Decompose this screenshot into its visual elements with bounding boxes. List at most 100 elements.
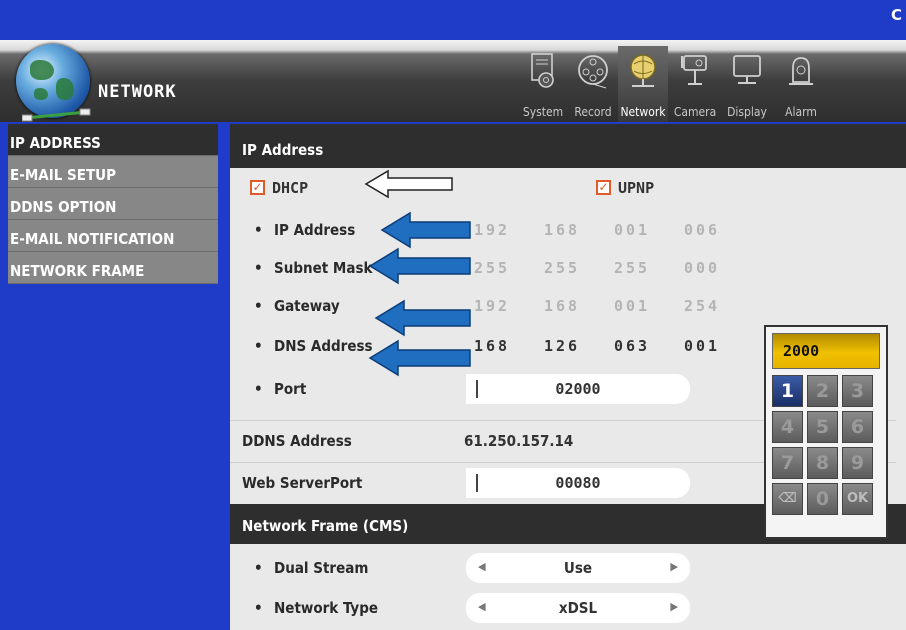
section-title: IP Address [242,141,324,159]
title-bar: C [0,0,906,40]
sidebar-item-network-frame[interactable]: NETWORK FRAME [8,252,218,284]
section-header-ip-address: IP Address [230,124,906,168]
key-9[interactable]: 9 [842,447,873,479]
key-5[interactable]: 5 [807,411,838,443]
dhcp-label: DHCP [272,179,309,197]
subnet-octet-1[interactable]: 255 [474,259,510,277]
gateway-octet-4[interactable]: 254 [684,297,720,315]
web-server-port-label: Web ServerPort [242,474,363,492]
network-type-label: Network Type [274,599,379,617]
tab-label: Network [620,105,666,119]
dns-octet-2[interactable]: 126 [544,337,580,355]
ip-octet-2[interactable]: 168 [544,221,580,239]
keypad-display: 2000 [772,333,880,369]
network-icon [630,54,656,87]
sidebar-item-label: DDNS OPTION [10,198,117,216]
section-title: Network Frame (CMS) [242,517,409,535]
network-link-icon [22,108,91,122]
key-6[interactable]: 6 [842,411,873,443]
numeric-keypad: 2000 1 2 3 4 5 6 7 8 9 ⌫ 0 OK [764,325,888,539]
tab-label: Record [574,105,612,119]
tab-system[interactable]: System [518,46,568,122]
sidebar-item-email-setup[interactable]: E-MAIL SETUP [8,156,218,188]
dual-stream-selector[interactable]: ◀ Use ▶ [466,553,690,583]
subnet-octet-2[interactable]: 255 [544,259,580,277]
upnp-checkbox[interactable]: ✓ [596,180,611,195]
arrow-right-icon[interactable]: ▶ [670,560,678,573]
title-bar-corner-text: C [890,6,902,24]
tab-network[interactable]: Network [618,46,668,122]
tab-camera[interactable]: Camera [670,46,720,122]
dns-octet-3[interactable]: 063 [614,337,650,355]
arrow-right-icon[interactable]: ▶ [670,600,678,613]
sidebar-item-label: E-MAIL NOTIFICATION [10,230,175,248]
dual-stream-row: • Dual Stream ◀ Use ▶ [240,548,906,588]
ddns-address-label: DDNS Address [242,432,352,450]
dhcp-checkbox[interactable]: ✓ [250,180,265,195]
header: NETWORK System Record Network Camera Dis… [0,40,906,122]
globe-icon [16,44,90,118]
key-3[interactable]: 3 [842,375,873,407]
gateway-label: Gateway [274,297,340,315]
dhcp-upnp-row: ✓ DHCP ✓ UPNP [240,168,906,208]
bullet: • [254,221,263,239]
ok-key[interactable]: OK [842,483,873,515]
gear-document-icon [531,53,554,88]
dual-stream-value: Use [563,559,593,577]
key-1[interactable]: 1 [772,375,803,407]
dns-address-label: DNS Address [274,337,373,355]
gateway-octet-2[interactable]: 168 [544,297,580,315]
web-server-port-input[interactable]: 00080 [466,468,690,498]
backspace-key[interactable]: ⌫ [772,483,803,515]
sidebar-item-ip-address[interactable]: IP ADDRESS [8,124,218,156]
web-server-port-value: 00080 [555,474,601,492]
gateway-octet-3[interactable]: 001 [614,297,650,315]
tab-label: Alarm [785,105,817,119]
subnet-octet-3[interactable]: 255 [614,259,650,277]
tab-label: System [522,105,564,119]
ip-address-row: • IP Address 192 168 001 006 [240,210,906,250]
dns-octet-4[interactable]: 001 [684,337,720,355]
key-7[interactable]: 7 [772,447,803,479]
bullet: • [254,259,263,277]
key-4[interactable]: 4 [772,411,803,443]
tab-overflow [828,46,906,122]
tab-label: Camera [673,105,717,119]
port-value: 02000 [555,380,601,398]
ip-octet-1[interactable]: 192 [474,221,510,239]
tab-alarm[interactable]: Alarm [776,46,826,122]
subnet-octet-4[interactable]: 000 [684,259,720,277]
page-title: NETWORK [98,82,177,102]
ip-octet-4[interactable]: 006 [684,221,720,239]
film-reel-icon [578,55,608,89]
ddns-address-value[interactable]: 61.250.157.14 [464,432,573,450]
key-2[interactable]: 2 [807,375,838,407]
network-type-row: • Network Type ◀ xDSL ▶ [240,588,906,628]
subnet-mask-row: • Subnet Mask 255 255 255 000 [240,248,906,288]
port-input[interactable]: 02000 [466,374,690,404]
bullet: • [254,337,263,355]
alarm-icon [789,57,813,85]
sidebar-item-label: E-MAIL SETUP [10,166,117,184]
network-type-selector[interactable]: ◀ xDSL ▶ [466,593,690,623]
network-type-value: xDSL [558,599,598,617]
key-8[interactable]: 8 [807,447,838,479]
sidebar-item-email-notification[interactable]: E-MAIL NOTIFICATION [8,220,218,252]
bullet: • [254,297,263,315]
sidebar-item-ddns-option[interactable]: DDNS OPTION [8,188,218,220]
upnp-label: UPNP [618,179,655,197]
ip-octet-3[interactable]: 001 [614,221,650,239]
sidebar-item-label: IP ADDRESS [10,134,101,152]
bullet: • [254,559,263,577]
tab-display[interactable]: Display [722,46,772,122]
gateway-octet-1[interactable]: 192 [474,297,510,315]
bullet: • [254,599,263,617]
ip-address-label: IP Address [274,221,356,239]
dns-octet-1[interactable]: 168 [474,337,510,355]
tab-record[interactable]: Record [568,46,618,122]
camera-icon [681,55,707,85]
key-0[interactable]: 0 [807,483,838,515]
port-label: Port [274,380,307,398]
bullet: • [254,380,263,398]
subnet-mask-label: Subnet Mask [274,259,373,277]
